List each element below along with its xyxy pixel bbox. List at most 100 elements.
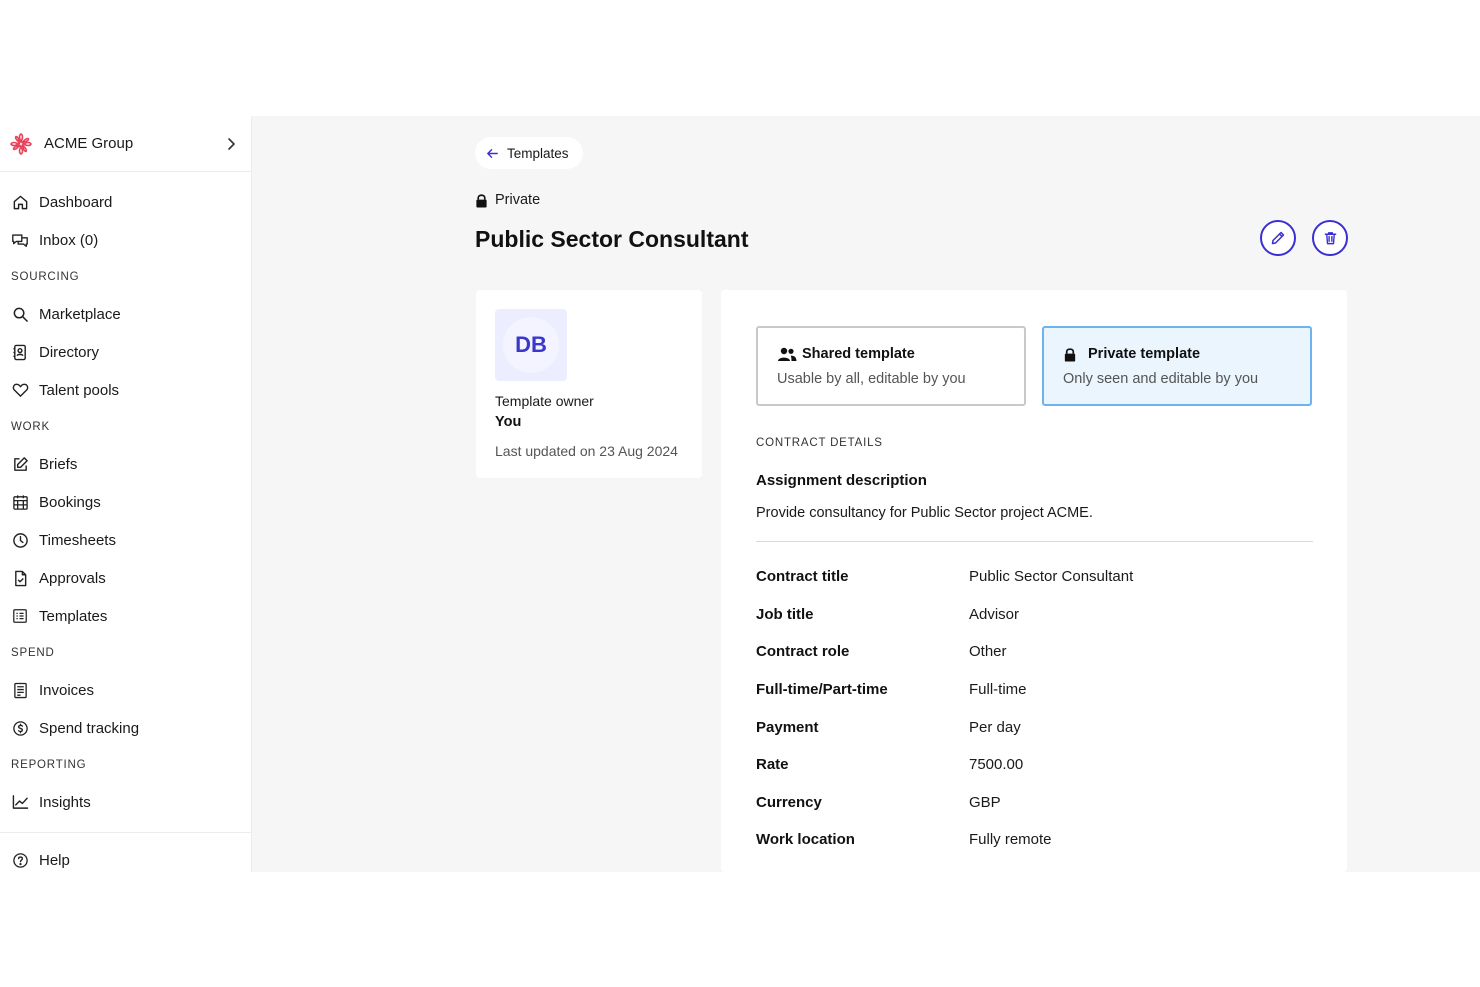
private-template-desc: Only seen and editable by you <box>1063 371 1259 387</box>
org-switcher[interactable]: ACME Group <box>0 116 251 172</box>
acme-logo-icon <box>8 131 34 157</box>
field-value: 7500.00 <box>969 756 1024 774</box>
lock-icon <box>1063 346 1083 362</box>
sidebar-item-label: Talent pools <box>39 381 120 399</box>
edit-template-button[interactable] <box>1260 220 1296 256</box>
field-row-contract-role: Contract role Other <box>756 633 1313 671</box>
field-label: Contract role <box>756 643 850 661</box>
divider <box>756 541 1313 542</box>
calendar-icon <box>11 493 29 511</box>
field-value: GBP <box>969 793 1001 811</box>
contract-details-card: Shared template Usable by all, editable … <box>721 290 1347 872</box>
field-value: Per day <box>969 718 1021 736</box>
edit-icon <box>11 455 29 473</box>
field-value: Fully remote <box>969 831 1052 849</box>
field-row-rate: Rate 7500.00 <box>756 746 1313 784</box>
invoice-icon <box>11 681 29 699</box>
sidebar-item-marketplace[interactable]: Marketplace <box>0 295 251 333</box>
sidebar-item-directory[interactable]: Directory <box>0 333 251 371</box>
field-label: Work location <box>756 831 855 849</box>
dollar-circle-icon <box>11 719 29 737</box>
sidebar-item-label: Timesheets <box>39 531 116 549</box>
private-template-option[interactable]: Private template Only seen and editable … <box>1042 326 1312 406</box>
pencil-icon <box>1270 230 1286 246</box>
field-value: Other <box>969 643 1007 661</box>
sidebar-item-briefs[interactable]: Briefs <box>0 445 251 483</box>
sidebar-item-approvals[interactable]: Approvals <box>0 559 251 597</box>
sidebar-item-label: Spend tracking <box>39 719 140 737</box>
sidebar-footer: Help <box>0 832 251 879</box>
sidebar-item-talent-pools[interactable]: Talent pools <box>0 371 251 409</box>
section-label-reporting: REPORTING <box>11 759 87 771</box>
heart-icon <box>11 381 29 399</box>
private-template-title: Private template <box>1088 346 1201 362</box>
shared-template-option[interactable]: Shared template Usable by all, editable … <box>756 326 1026 406</box>
sidebar-item-bookings[interactable]: Bookings <box>0 483 251 521</box>
sidebar-item-invoices[interactable]: Invoices <box>0 671 251 709</box>
home-icon <box>11 193 29 211</box>
section-label-sourcing: SOURCING <box>11 271 80 283</box>
sidebar-item-timesheets[interactable]: Timesheets <box>0 521 251 559</box>
line-chart-icon <box>11 793 29 811</box>
sidebar-item-label: Approvals <box>39 569 106 587</box>
field-row-contract-title: Contract title Public Sector Consultant <box>756 558 1313 596</box>
page-title: Public Sector Consultant <box>475 226 749 252</box>
sidebar-item-spend-tracking[interactable]: Spend tracking <box>0 709 251 747</box>
sidebar-item-templates[interactable]: Templates <box>0 597 251 635</box>
arrow-left-icon <box>485 145 501 161</box>
sidebar-item-label: Marketplace <box>39 305 121 323</box>
sidebar-item-label: Inbox (0) <box>39 231 99 249</box>
users-icon <box>777 346 797 362</box>
sidebar-item-insights[interactable]: Insights <box>0 783 251 821</box>
privacy-indicator: Private <box>475 192 540 208</box>
field-label: Full-time/Part-time <box>756 681 888 699</box>
sidebar: ACME Group Dashboard Inbox (0) SOURCING <box>0 116 252 872</box>
avatar-initials: DB <box>515 332 547 357</box>
app-shell: ACME Group Dashboard Inbox (0) SOURCING <box>0 116 1480 872</box>
contact-book-icon <box>11 343 29 361</box>
avatar: DB <box>495 309 567 381</box>
trash-icon <box>1323 230 1338 246</box>
sidebar-item-label: Bookings <box>39 493 101 511</box>
sidebar-item-label: Invoices <box>39 681 95 699</box>
privacy-label: Private <box>495 192 541 208</box>
sidebar-item-label: Insights <box>39 793 91 811</box>
field-row-currency: Currency GBP <box>756 784 1313 822</box>
main-content: Templates Private Public Sector Consulta… <box>252 116 1480 872</box>
field-value: Full-time <box>969 681 1027 699</box>
field-row-job-title: Job title Advisor <box>756 596 1313 634</box>
owner-label: Template owner <box>495 393 594 409</box>
sidebar-item-label: Directory <box>39 343 100 361</box>
field-label: Rate <box>756 756 789 774</box>
section-label-work: WORK <box>11 421 50 433</box>
sidebar-item-label: Help <box>39 851 70 869</box>
field-row-employment-type: Full-time/Part-time Full-time <box>756 671 1313 709</box>
section-label-spend: SPEND <box>11 647 55 659</box>
field-label: Contract title <box>756 568 849 586</box>
back-to-templates-button[interactable]: Templates <box>475 137 583 169</box>
sidebar-item-label: Briefs <box>39 455 78 473</box>
chat-icon <box>11 231 29 249</box>
sidebar-item-inbox[interactable]: Inbox (0) <box>0 221 251 259</box>
sidebar-item-dashboard[interactable]: Dashboard <box>0 183 251 221</box>
lock-icon <box>475 192 489 208</box>
help-circle-icon <box>11 851 29 869</box>
field-value: Advisor <box>969 605 1020 623</box>
chevron-right-icon[interactable] <box>221 134 241 154</box>
section-label-contract-details: CONTRACT DETAILS <box>756 437 883 449</box>
assignment-text: Provide consultancy for Public Sector pr… <box>756 505 1093 521</box>
field-label: Payment <box>756 718 819 736</box>
field-value: Public Sector Consultant <box>969 568 1134 586</box>
field-label: Job title <box>756 605 814 623</box>
last-updated: Last updated on 23 Aug 2024 <box>495 443 678 459</box>
assignment-title: Assignment description <box>756 472 927 489</box>
shared-template-desc: Usable by all, editable by you <box>777 371 966 387</box>
contract-fields: Contract title Public Sector Consultant … <box>756 558 1313 859</box>
sidebar-item-label: Dashboard <box>39 193 113 211</box>
sidebar-item-label: Templates <box>39 607 108 625</box>
field-label: Currency <box>756 793 822 811</box>
document-check-icon <box>11 569 29 587</box>
template-icon <box>11 607 29 625</box>
delete-template-button[interactable] <box>1312 220 1348 256</box>
sidebar-item-help[interactable]: Help <box>0 841 251 879</box>
